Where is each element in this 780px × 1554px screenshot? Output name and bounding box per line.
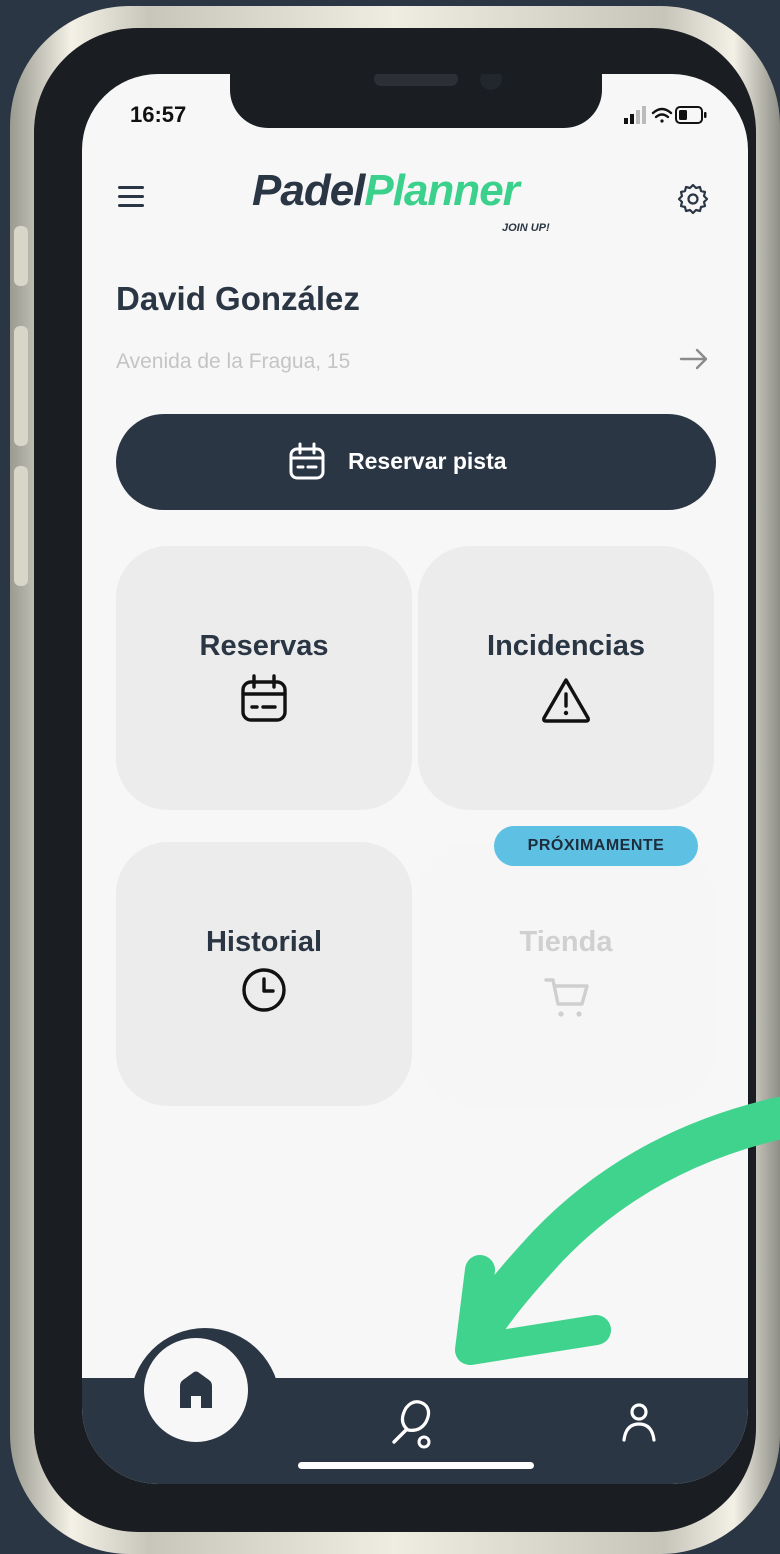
cart-icon bbox=[544, 978, 589, 1017]
speaker bbox=[374, 74, 458, 86]
nav-home-button[interactable] bbox=[144, 1338, 248, 1442]
settings-gear-icon[interactable] bbox=[676, 182, 710, 216]
warning-icon bbox=[542, 678, 590, 723]
card-title: Tienda bbox=[519, 926, 613, 958]
status-icons bbox=[624, 106, 707, 124]
logo-text-padel: Padel bbox=[252, 166, 365, 215]
user-icon[interactable] bbox=[614, 1396, 664, 1452]
silent-switch bbox=[14, 226, 28, 286]
card-title: Reservas bbox=[199, 630, 329, 662]
home-indicator bbox=[298, 1462, 534, 1469]
card-reservas[interactable]: Reservas bbox=[116, 546, 412, 810]
notch bbox=[230, 74, 602, 128]
card-tienda: Tienda bbox=[418, 842, 714, 1106]
calendar-icon bbox=[289, 442, 325, 480]
menu-icon-line bbox=[118, 204, 144, 207]
front-camera bbox=[480, 74, 502, 90]
padel-racket-icon[interactable] bbox=[388, 1396, 438, 1452]
logo-text-planner: Planner bbox=[364, 166, 519, 215]
user-address: Avenida de la Fragua, 15 bbox=[116, 350, 351, 373]
app-screen: 16:57 PadelPlanner JOIN UP! David Gonzál… bbox=[82, 74, 748, 1484]
calendar-icon bbox=[241, 674, 287, 722]
app-logo: PadelPlanner bbox=[252, 166, 520, 226]
menu-icon-line bbox=[118, 195, 144, 198]
menu-icon bbox=[118, 186, 144, 189]
wifi-icon bbox=[651, 107, 673, 123]
menu-button[interactable] bbox=[118, 186, 146, 208]
logo-tagline: JOIN UP! bbox=[502, 222, 550, 234]
status-time: 16:57 bbox=[130, 102, 187, 127]
card-incidencias[interactable]: Incidencias bbox=[418, 546, 714, 810]
reserve-court-button[interactable]: Reservar pista bbox=[116, 414, 716, 510]
reserve-court-label: Reservar pista bbox=[348, 448, 507, 474]
volume-up-button bbox=[14, 326, 28, 446]
volume-down-button bbox=[14, 466, 28, 586]
battery-icon bbox=[675, 106, 707, 124]
user-name: David González bbox=[116, 280, 360, 317]
arrow-right-icon[interactable] bbox=[678, 344, 710, 374]
coming-soon-badge: PRÓXIMAMENTE bbox=[494, 826, 698, 866]
clock-icon bbox=[242, 968, 286, 1012]
card-historial[interactable]: Historial bbox=[116, 842, 412, 1106]
card-title: Incidencias bbox=[487, 630, 645, 662]
home-icon bbox=[180, 1371, 212, 1408]
signal-icon bbox=[624, 106, 646, 124]
card-title: Historial bbox=[205, 926, 323, 958]
